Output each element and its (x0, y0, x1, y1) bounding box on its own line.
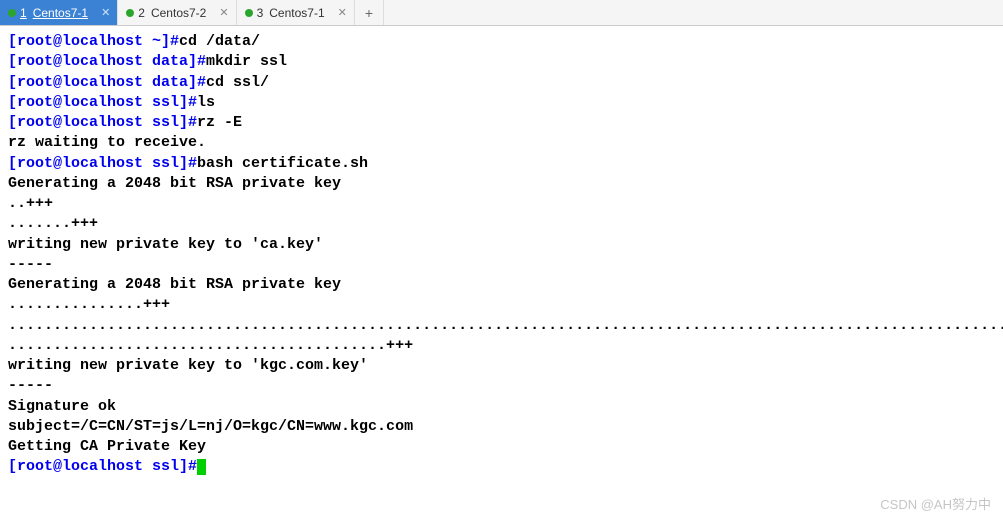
prompt: [root@localhost ssl]# (8, 114, 197, 131)
close-icon[interactable]: ✕ (98, 6, 113, 19)
status-dot-icon (8, 9, 16, 17)
terminal-line: [root@localhost ssl]#ls (8, 93, 995, 113)
output-text: Getting CA Private Key (8, 438, 206, 455)
output-text: ........................................… (8, 317, 1003, 334)
command: cd ssl/ (206, 74, 269, 91)
close-icon[interactable]: ✕ (216, 6, 231, 19)
terminal-line: subject=/C=CN/ST=js/L=nj/O=kgc/CN=www.kg… (8, 417, 995, 437)
status-dot-icon (126, 9, 134, 17)
output-text: rz waiting to receive. (8, 134, 206, 151)
command: mkdir ssl (206, 53, 287, 70)
tab-number: 3 (257, 6, 264, 20)
terminal-line: [root@localhost ssl]#rz -E (8, 113, 995, 133)
terminal-line: [root@localhost ssl]#bash certificate.sh (8, 154, 995, 174)
tab-label: Centos7-1 (33, 6, 88, 20)
terminal-line: ........................................… (8, 316, 995, 336)
watermark: CSDN @AH努力中 (880, 494, 991, 513)
tab-3[interactable]: 3 Centos7-1 ✕ (237, 0, 355, 25)
prompt: [root@localhost ssl]# (8, 458, 197, 475)
command: bash certificate.sh (197, 155, 368, 172)
output-text: ..+++ (8, 195, 53, 212)
close-icon[interactable]: ✕ (335, 6, 350, 19)
terminal-line: .......+++ (8, 214, 995, 234)
tab-bar: 1 Centos7-1 ✕ 2 Centos7-2 ✕ 3 Centos7-1 … (0, 0, 1003, 26)
terminal-line: [root@localhost data]#mkdir ssl (8, 52, 995, 72)
status-dot-icon (245, 9, 253, 17)
output-text: ----- (8, 377, 53, 394)
tab-number: 1 (20, 6, 27, 20)
terminal-line: rz waiting to receive. (8, 133, 995, 153)
terminal-line: [root@localhost ~]#cd /data/ (8, 32, 995, 52)
prompt: [root@localhost data]# (8, 53, 206, 70)
terminal-line: Signature ok (8, 397, 995, 417)
tab-label: Centos7-1 (269, 6, 324, 20)
output-text: writing new private key to 'ca.key' (8, 236, 323, 253)
prompt: [root@localhost ~]# (8, 33, 179, 50)
output-text: ...............+++ (8, 296, 170, 313)
terminal-line: ...............+++ (8, 295, 995, 315)
terminal-line: ........................................… (8, 336, 995, 356)
tab-1[interactable]: 1 Centos7-1 ✕ (0, 0, 118, 25)
terminal-line: writing new private key to 'kgc.com.key' (8, 356, 995, 376)
output-text: Signature ok (8, 398, 116, 415)
output-text: .......+++ (8, 215, 98, 232)
output-text: writing new private key to 'kgc.com.key' (8, 357, 368, 374)
prompt: [root@localhost ssl]# (8, 94, 197, 111)
tab-number: 2 (138, 6, 145, 20)
tab-2[interactable]: 2 Centos7-2 ✕ (118, 0, 236, 25)
terminal-line: Generating a 2048 bit RSA private key (8, 275, 995, 295)
terminal-line: Getting CA Private Key (8, 437, 995, 457)
output-text: ........................................… (8, 337, 413, 354)
output-text: subject=/C=CN/ST=js/L=nj/O=kgc/CN=www.kg… (8, 418, 413, 435)
output-text: Generating a 2048 bit RSA private key (8, 276, 341, 293)
terminal-line: [root@localhost ssl]# (8, 457, 995, 477)
command: cd /data/ (179, 33, 260, 50)
command: ls (197, 94, 215, 111)
terminal-output[interactable]: [root@localhost ~]#cd /data/[root@localh… (0, 26, 1003, 484)
tab-label: Centos7-2 (151, 6, 206, 20)
cursor-icon (197, 459, 206, 475)
terminal-line: ..+++ (8, 194, 995, 214)
command: rz -E (197, 114, 242, 131)
terminal-line: ----- (8, 376, 995, 396)
output-text: Generating a 2048 bit RSA private key (8, 175, 341, 192)
terminal-line: [root@localhost data]#cd ssl/ (8, 73, 995, 93)
terminal-line: writing new private key to 'ca.key' (8, 235, 995, 255)
add-tab-button[interactable]: + (355, 0, 384, 25)
prompt: [root@localhost ssl]# (8, 155, 197, 172)
output-text: ----- (8, 256, 53, 273)
terminal-line: Generating a 2048 bit RSA private key (8, 174, 995, 194)
prompt: [root@localhost data]# (8, 74, 206, 91)
terminal-line: ----- (8, 255, 995, 275)
